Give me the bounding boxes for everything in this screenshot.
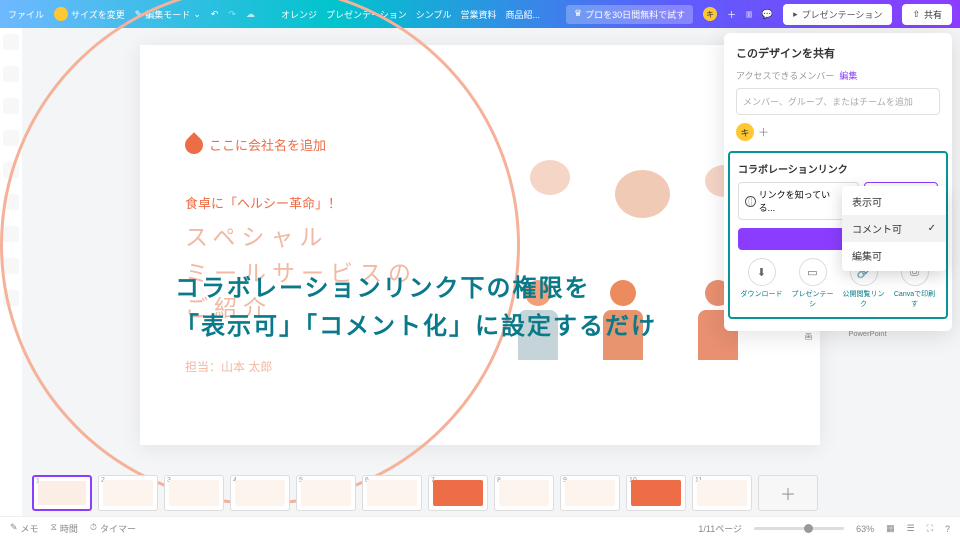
permission-dropdown: 表示可 コメント可✓ 編集可: [842, 186, 946, 271]
thumbnail-7[interactable]: 7: [428, 475, 488, 511]
menu-file[interactable]: ファイル: [8, 8, 44, 21]
comment-icon[interactable]: 💬: [762, 9, 773, 20]
sidebar-item[interactable]: [3, 66, 19, 82]
sidebar-item[interactable]: [3, 34, 19, 50]
download-icon: ⬇: [748, 258, 776, 286]
add-slide-button[interactable]: ＋: [758, 475, 818, 511]
upload-icon: ⇧: [912, 9, 920, 20]
check-icon: ✓: [928, 223, 936, 234]
slide-canvas[interactable]: ここに会社名を追加 食卓に「ヘルシー革命」！ スペシャル ミールサービスの ご紹…: [140, 45, 820, 445]
thumbnail-6[interactable]: 6: [362, 475, 422, 511]
list-view-icon[interactable]: ☰: [907, 523, 915, 534]
thumbnail-3[interactable]: 3: [164, 475, 224, 511]
bottom-bar: ✎メモ ⧖時間 ⏱タイマー 1/11ページ 63% ▦ ☰ ⛶ ?: [0, 516, 960, 540]
thumbnail-9[interactable]: 9: [560, 475, 620, 511]
clock-icon: ⧖: [51, 522, 57, 535]
perm-option-view[interactable]: 表示可: [842, 188, 946, 215]
present-button[interactable]: ▸プレゼンテーション: [783, 4, 892, 25]
thumbnail-1[interactable]: 1: [32, 475, 92, 511]
avatar[interactable]: キ: [703, 7, 717, 21]
link-scope-select[interactable]: リンクを知っている...⌄: [738, 182, 859, 220]
action-present[interactable]: ▭プレゼンテーシ: [789, 258, 836, 309]
timer-toggle[interactable]: ⏱タイマー: [90, 522, 136, 535]
share-panel-title: このデザインを共有: [736, 45, 940, 61]
perm-option-comment[interactable]: コメント可✓: [842, 215, 946, 242]
timer-icon: ⏱: [90, 522, 97, 535]
thumbnail-2[interactable]: 2: [98, 475, 158, 511]
menu-right: ♛プロを30日間無料で試す キ ＋ ⫾⫾ 💬 ▸プレゼンテーション ⇧共有: [566, 4, 952, 25]
avatar[interactable]: キ: [736, 123, 754, 141]
fullscreen-icon[interactable]: ⛶: [927, 523, 933, 534]
crown-icon: [54, 7, 68, 21]
page-indicator[interactable]: 1/11ページ: [698, 522, 742, 535]
globe-icon: [745, 196, 756, 207]
add-members-input[interactable]: メンバー、グループ、またはチームを追加: [736, 88, 940, 115]
analytics-icon[interactable]: ⫾⫾: [746, 9, 752, 20]
plus-icon[interactable]: ＋: [727, 8, 736, 21]
thumbnail-11[interactable]: 11: [692, 475, 752, 511]
help-icon[interactable]: ?: [945, 524, 950, 534]
slide-content: ここに会社名を追加 食卓に「ヘルシー革命」！ スペシャル ミールサービスの ご紹…: [140, 45, 820, 445]
share-button[interactable]: ⇧共有: [902, 4, 952, 25]
leaf-icon: [181, 132, 206, 157]
sidebar-item[interactable]: [3, 130, 19, 146]
presenter: 担当：山本 太郎: [185, 358, 272, 375]
edit-access-link[interactable]: 編集: [839, 71, 857, 81]
tagline: 食卓に「ヘルシー革命」！: [185, 193, 341, 212]
company-name: ここに会社名を追加: [185, 135, 326, 154]
menu-resize[interactable]: サイズを変更: [54, 7, 125, 21]
play-icon: ▸: [793, 9, 798, 20]
slide-thumbnails: 1 2 3 4 5 6 7 8 9 10 11 ＋: [32, 472, 952, 514]
access-label: アクセスできるメンバー 編集: [736, 69, 940, 82]
present-icon: ▭: [799, 258, 827, 286]
sidebar-item[interactable]: [3, 98, 19, 114]
instruction-overlay: コラボレーションリンク下の権限を 「表示可」「コメント化」に設定するだけ: [175, 270, 657, 347]
share-panel: このデザインを共有 アクセスできるメンバー 編集 メンバー、グループ、またはチー…: [724, 33, 952, 331]
thumbnail-8[interactable]: 8: [494, 475, 554, 511]
zoom-value: 63%: [856, 524, 874, 534]
action-download[interactable]: ⬇ダウンロード: [738, 258, 785, 309]
thumbnail-5[interactable]: 5: [296, 475, 356, 511]
perm-option-edit[interactable]: 編集可: [842, 242, 946, 269]
zoom-slider[interactable]: [754, 527, 844, 530]
collab-title: コラボレーションリンク: [738, 161, 938, 176]
member-avatars: キ ＋: [736, 123, 940, 141]
thumbnail-10[interactable]: 10: [626, 475, 686, 511]
pencil-icon: ✎: [10, 522, 18, 535]
duration-toggle[interactable]: ⧖時間: [51, 522, 78, 535]
try-pro-button[interactable]: ♛プロを30日間無料で試す: [566, 5, 693, 24]
add-member-icon[interactable]: ＋: [758, 124, 769, 140]
notes-toggle[interactable]: ✎メモ: [10, 522, 39, 535]
crown-icon: ♛: [574, 8, 582, 21]
thumbnail-4[interactable]: 4: [230, 475, 290, 511]
grid-view-icon[interactable]: ▦: [886, 523, 895, 534]
